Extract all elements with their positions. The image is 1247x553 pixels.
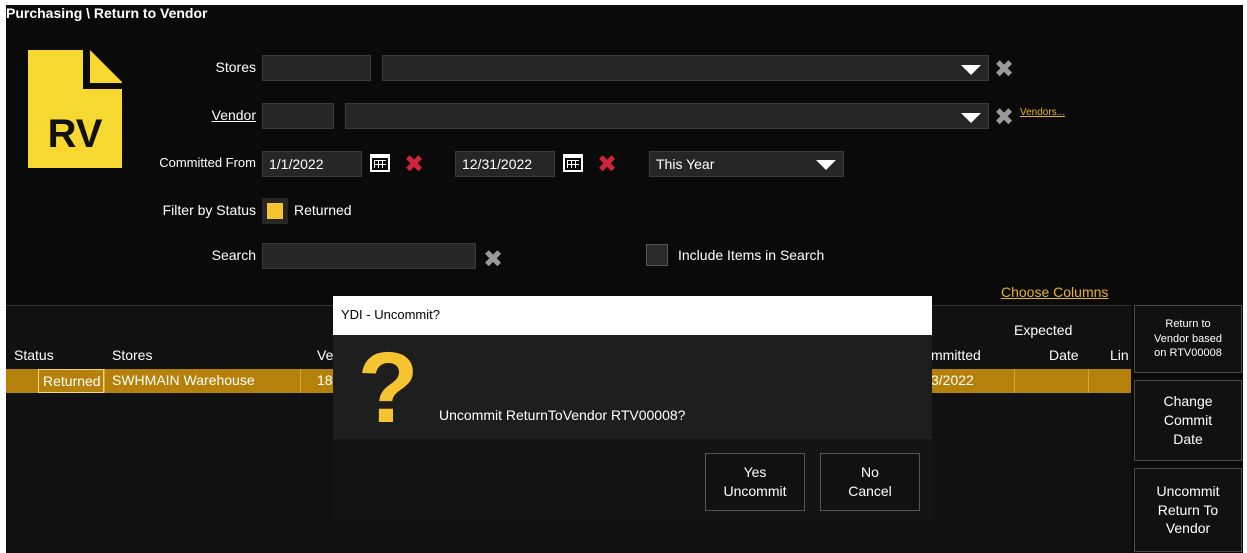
row-divider [300, 369, 301, 393]
uncommit-line3: Vendor [1165, 520, 1211, 537]
vendors-link[interactable]: Vendors... [1020, 107, 1065, 118]
vendor-label: Vendor [211, 107, 256, 123]
change-commit-date-button[interactable]: Change Commit Date [1134, 380, 1242, 461]
search-input[interactable] [262, 243, 476, 269]
search-label: Search [211, 247, 256, 263]
dialog-message: Uncommit ReturnToVendor RTV00008? [439, 407, 686, 423]
date-to-input[interactable]: 12/31/2022 [455, 151, 555, 177]
returned-checkbox[interactable] [267, 203, 283, 219]
change-line3: Date [1173, 430, 1203, 447]
uncommit-line2: Return To [1157, 501, 1219, 518]
return-to-vendor-based-on-button[interactable]: Return to Vendor based on RTV00008 [1134, 305, 1242, 373]
committed-from-label: Committed From [159, 155, 256, 170]
dialog-title: YDI - Uncommit? [341, 307, 440, 322]
no-line1: No [861, 464, 879, 481]
vendor-dropdown[interactable] [345, 103, 989, 129]
stores-label: Stores [215, 59, 256, 75]
row-divider [104, 369, 105, 393]
clear-date-to-icon[interactable]: ✖ [597, 153, 617, 177]
chevron-down-icon[interactable] [961, 113, 981, 123]
committed-cell: 3/2022 [931, 372, 974, 388]
col-stores-header[interactable]: Stores [112, 347, 152, 363]
chevron-down-icon[interactable] [816, 160, 836, 170]
col-expected-header-l1[interactable]: Expected [1014, 322, 1072, 338]
yes-line1: Yes [743, 464, 767, 481]
include-items-label: Include Items in Search [678, 247, 825, 263]
stores-code-input[interactable] [262, 55, 371, 81]
no-line2: Cancel [848, 483, 892, 499]
calendar-icon[interactable] [370, 154, 390, 172]
clear-search-icon[interactable]: ✖ [483, 248, 503, 272]
question-icon: ? [357, 332, 419, 444]
clear-vendor-icon[interactable]: ✖ [994, 106, 1014, 130]
change-line1: Change [1163, 393, 1213, 410]
logo-text: RV [47, 112, 103, 156]
based-on-line3: on RTV00008 [1154, 347, 1222, 360]
app-window: Purchasing \ Return to Vendor RV Stores … [0, 0, 1247, 553]
dialog-titlebar: YDI - Uncommit? [333, 296, 932, 335]
stores-dropdown[interactable] [382, 55, 989, 81]
uncommit-line1: Uncommit [1156, 482, 1220, 499]
no-cancel-button[interactable]: No Cancel [820, 453, 920, 511]
row-divider [1014, 369, 1015, 393]
uncommit-dialog: YDI - Uncommit? ? Uncommit ReturnToVendo… [333, 296, 932, 519]
yes-line2: Uncommit [723, 483, 787, 499]
col-vendor-header[interactable]: Ve [317, 347, 333, 363]
period-dropdown[interactable]: This Year [649, 151, 844, 177]
breadcrumb: Purchasing \ Return to Vendor [6, 5, 208, 21]
clear-date-from-icon[interactable]: ✖ [404, 153, 424, 177]
col-committed-header[interactable]: mmitted [931, 347, 981, 363]
based-on-line2: Vendor based [1154, 332, 1222, 345]
based-on-line1: Return to [1165, 317, 1211, 330]
col-status-header[interactable]: Status [14, 347, 54, 363]
date-from-input[interactable]: 1/1/2022 [262, 151, 362, 177]
col-line-header[interactable]: Lin [1110, 347, 1129, 363]
stores-cell: SWHMAIN Warehouse [112, 372, 255, 388]
include-items-checkbox[interactable] [646, 244, 668, 266]
dialog-footer: Yes Uncommit No Cancel [333, 439, 932, 519]
status-cell: Returned [38, 369, 104, 393]
chevron-down-icon[interactable] [961, 65, 981, 75]
col-expected-header-l2[interactable]: Date [1049, 347, 1079, 363]
rv-logo-icon: RV [28, 50, 122, 168]
filter-status-label: Filter by Status [162, 202, 256, 218]
vendor-cell: 18 [317, 372, 333, 388]
uncommit-return-to-vendor-button[interactable]: Uncommit Return To Vendor [1134, 468, 1242, 552]
row-divider [1088, 369, 1089, 393]
choose-columns-link[interactable]: Choose Columns [1001, 284, 1108, 300]
vendor-code-input[interactable] [262, 103, 334, 129]
change-line2: Commit [1163, 412, 1213, 429]
yes-uncommit-button[interactable]: Yes Uncommit [705, 453, 805, 511]
clear-stores-icon[interactable]: ✖ [994, 58, 1014, 82]
returned-label: Returned [294, 202, 352, 218]
calendar-icon[interactable] [563, 154, 583, 172]
